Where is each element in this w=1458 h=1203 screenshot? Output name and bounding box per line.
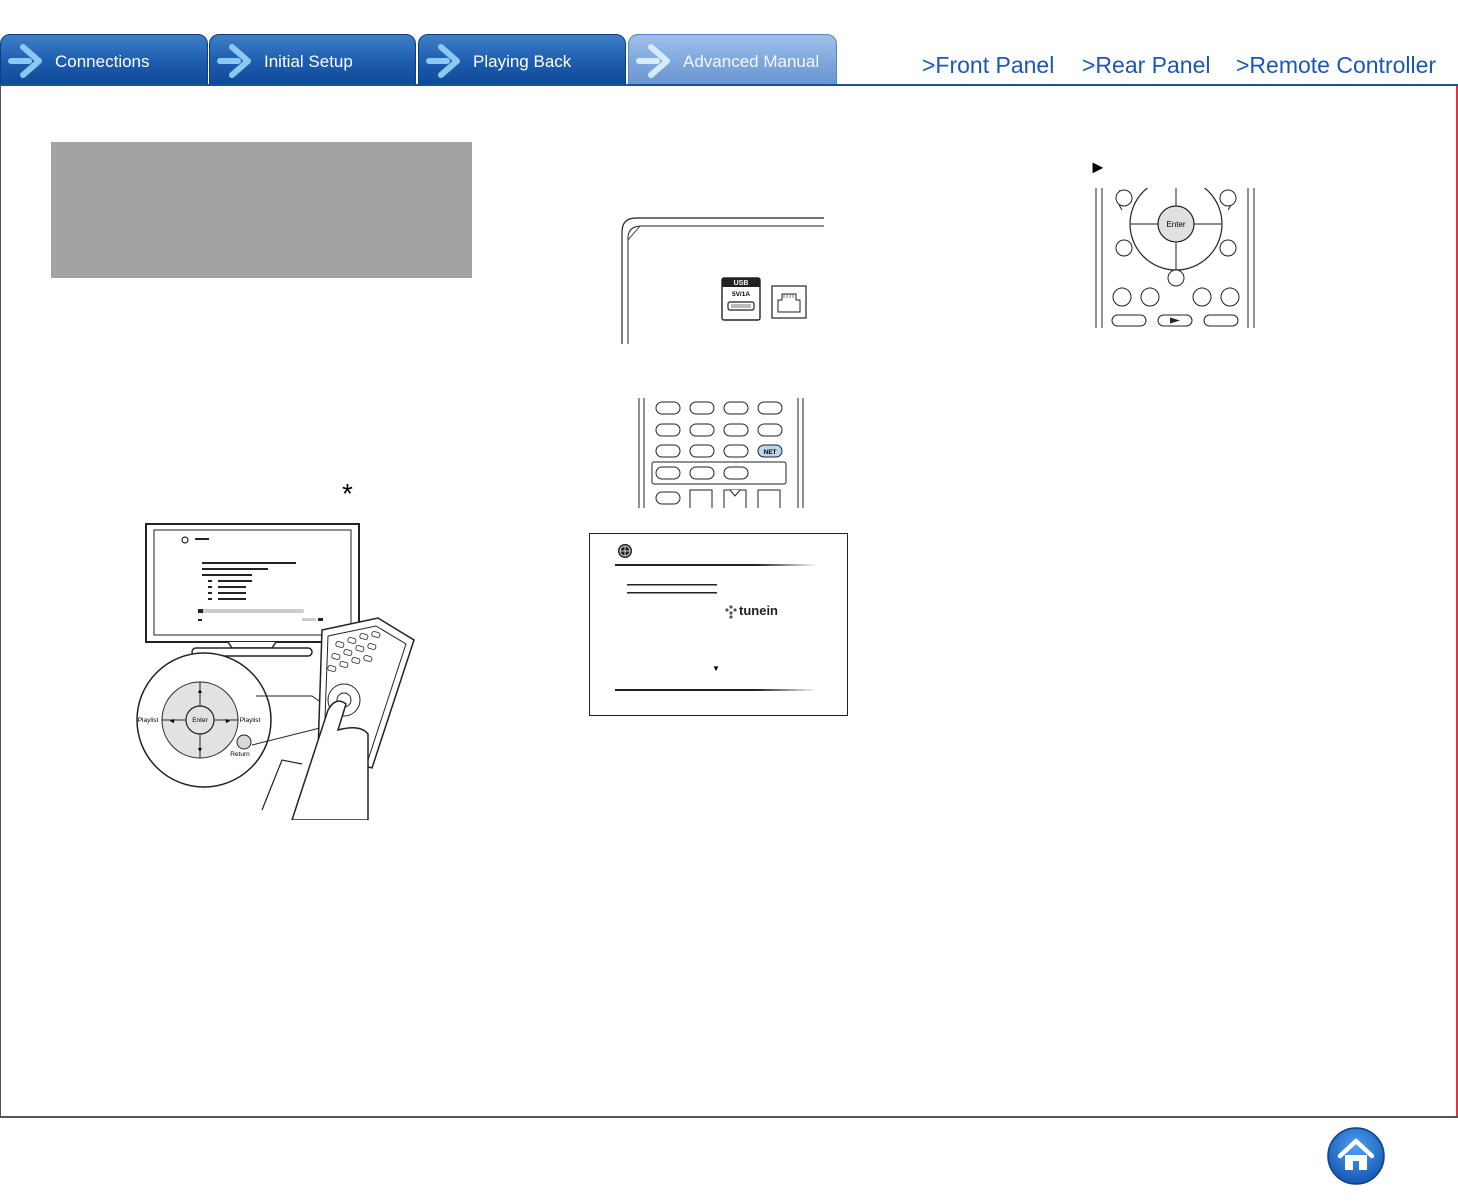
- chevron-arrow-icon: [217, 44, 251, 78]
- frame-bottom-border: [0, 1116, 1458, 1118]
- remote-net-illustration: NET: [638, 398, 804, 508]
- home-button[interactable]: [1326, 1126, 1386, 1186]
- tab-connections[interactable]: Connections: [0, 34, 208, 85]
- playlist-right-label: Playlist: [240, 717, 261, 724]
- tab-initial-setup[interactable]: Initial Setup: [209, 34, 416, 85]
- playlist-left-label: Playlist: [138, 717, 159, 724]
- note-box: [51, 142, 472, 278]
- globe-icon: [618, 544, 632, 558]
- chevron-arrow-icon: [636, 44, 670, 78]
- chevron-arrow-icon: [426, 44, 460, 78]
- usb-label: USB: [734, 280, 749, 287]
- asterisk-mark: *: [342, 478, 353, 509]
- tab-label: Advanced Manual: [683, 52, 820, 71]
- tab-playing-back[interactable]: Playing Back: [418, 34, 626, 85]
- tab-label: Initial Setup: [264, 52, 353, 71]
- rear-panel-link[interactable]: >Rear Panel: [1082, 52, 1211, 79]
- svg-text:▲: ▲: [197, 688, 204, 695]
- tunein-text: tunein: [739, 603, 778, 618]
- tab-label: Playing Back: [473, 52, 572, 71]
- remote-controller-link[interactable]: >Remote Controller: [1236, 52, 1436, 79]
- tab-label: Connections: [55, 52, 150, 71]
- remote-enter-illustration: Enter: [1095, 188, 1255, 328]
- front-panel-link[interactable]: >Front Panel: [922, 52, 1054, 79]
- usb-port-illustration: USB 5V/1A: [621, 217, 824, 344]
- svg-text:▼: ▼: [197, 747, 204, 754]
- chevron-arrow-icon: [8, 44, 42, 78]
- svg-text:◄: ◄: [169, 718, 176, 725]
- return-label: Return: [230, 751, 250, 758]
- enter-label: Enter: [192, 717, 208, 724]
- tab-advanced-manual[interactable]: Advanced Manual: [628, 34, 837, 85]
- usb-rating: 5V/1A: [732, 291, 750, 298]
- svg-text:►: ►: [225, 718, 232, 725]
- play-icon: ►: [1089, 157, 1107, 177]
- frame-left-border: [0, 86, 1, 1118]
- tab-underline: [0, 84, 1458, 86]
- net-label: NET: [764, 449, 777, 456]
- tv-remote-illustration: ▲ ▼ ◄ ► Enter Playlist Playlist Return: [136, 523, 415, 820]
- scroll-down-icon: ▼: [712, 664, 720, 673]
- enter-small-label: Enter: [1166, 220, 1185, 229]
- network-screen-illustration: tunein ▼: [589, 533, 848, 716]
